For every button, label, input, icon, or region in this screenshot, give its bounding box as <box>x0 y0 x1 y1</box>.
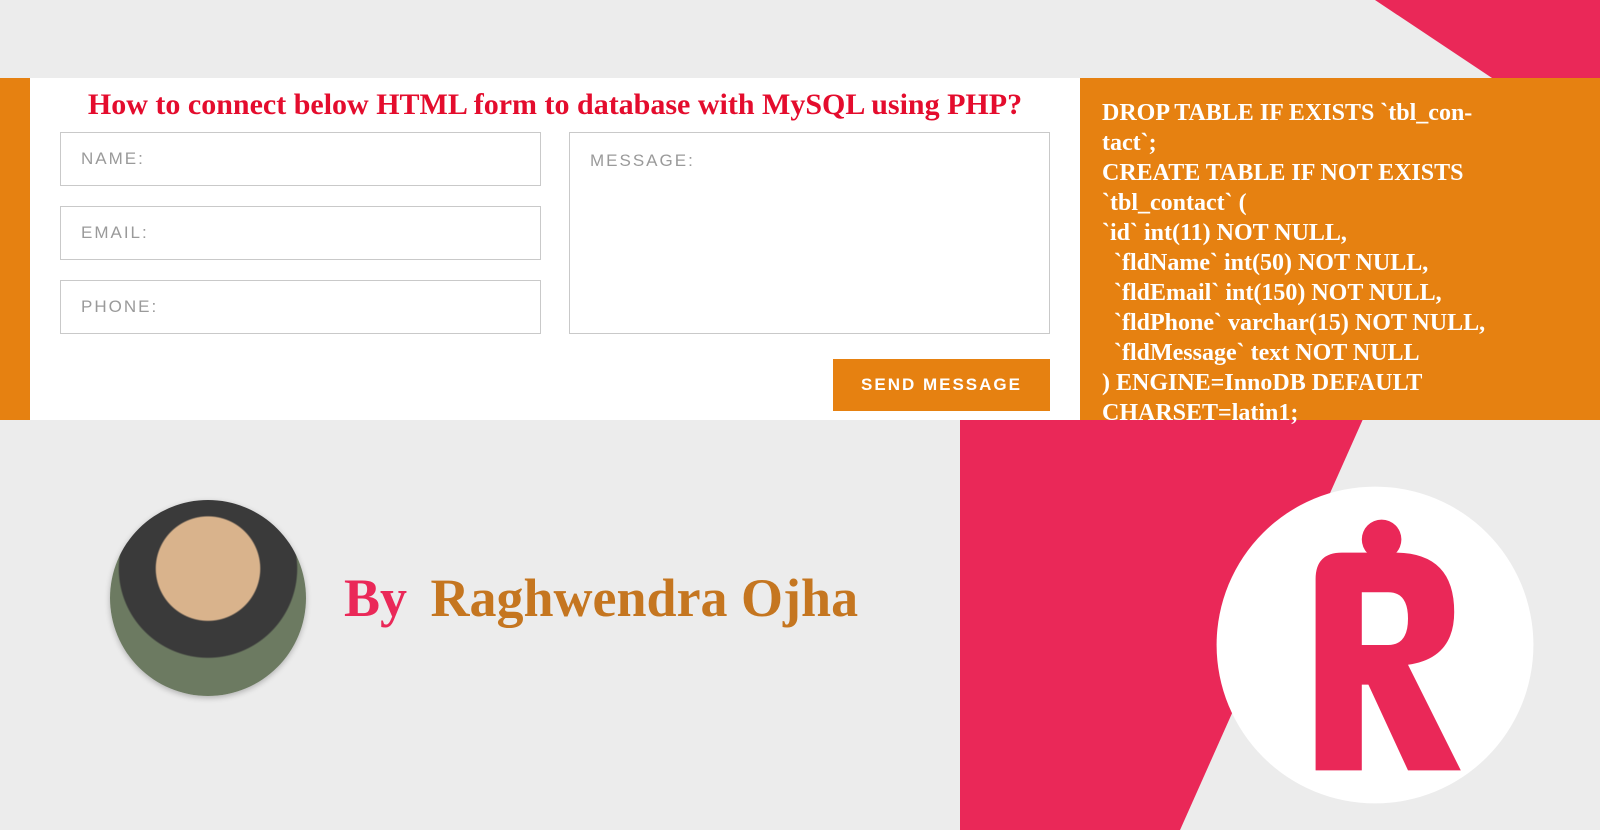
form-title: How to connect below HTML form to databa… <box>60 86 1050 132</box>
send-message-button[interactable]: SEND MESSAGE <box>833 359 1050 411</box>
hero-band: How to connect below HTML form to databa… <box>0 78 1600 420</box>
message-field[interactable]: MESSAGE: <box>569 132 1050 334</box>
brand-logo <box>1210 480 1540 810</box>
contact-form-card: How to connect below HTML form to databa… <box>30 78 1080 420</box>
phone-field[interactable]: PHONE: <box>60 280 541 334</box>
author-byline: By Raghwendra Ojha <box>110 500 858 696</box>
byline-author-name: Raghwendra Ojha <box>431 568 859 628</box>
name-field[interactable]: NAME: <box>60 132 541 186</box>
sql-code-block: DROP TABLE IF EXISTS `tbl_con- tact`; CR… <box>1080 78 1600 420</box>
byline-by-label: By <box>344 568 407 628</box>
author-avatar <box>110 500 306 696</box>
email-field[interactable]: EMAIL: <box>60 206 541 260</box>
